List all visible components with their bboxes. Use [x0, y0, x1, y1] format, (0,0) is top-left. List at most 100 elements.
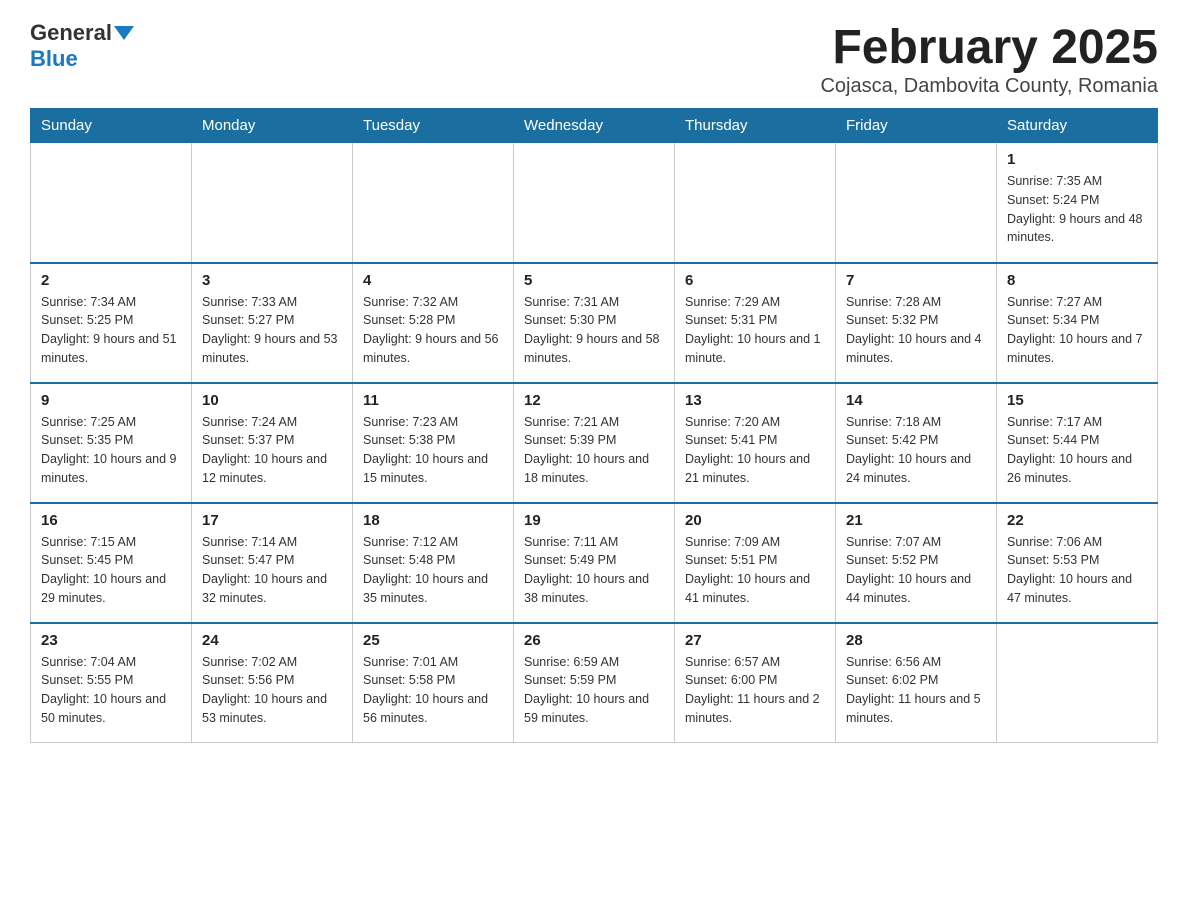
day-info: Sunrise: 7:29 AMSunset: 5:31 PMDaylight:…	[685, 293, 825, 368]
calendar-cell	[514, 143, 675, 263]
calendar-cell: 8Sunrise: 7:27 AMSunset: 5:34 PMDaylight…	[997, 263, 1158, 383]
calendar-cell	[675, 143, 836, 263]
calendar-cell	[31, 143, 192, 263]
day-header-monday: Monday	[192, 109, 353, 143]
location-text: Cojasca, Dambovita County, Romania	[820, 75, 1158, 98]
calendar-cell: 11 Sunrise: 7:23 AMSunset: 5:38 PMDayligh…	[353, 383, 514, 503]
day-info: Sunrise: 7:02 AMSunset: 5:56 PMDaylight:…	[202, 653, 342, 728]
calendar-week-row: 23Sunrise: 7:04 AMSunset: 5:55 PMDayligh…	[31, 623, 1158, 743]
day-number: 5	[524, 272, 664, 289]
calendar-cell	[836, 143, 997, 263]
day-info: Sunrise: 7:31 AMSunset: 5:30 PMDaylight:…	[524, 293, 664, 368]
calendar-cell: 18 Sunrise: 7:12 AMSunset: 5:48 PMDayligh…	[353, 503, 514, 623]
day-info: Sunrise: 7:32 AMSunset: 5:28 PMDaylight:…	[363, 293, 503, 368]
day-info: Sunrise: 7:27 AMSunset: 5:34 PMDaylight:…	[1007, 293, 1147, 368]
calendar-cell: 22 Sunrise: 7:06 AMSunset: 5:53 PMDayligh…	[997, 503, 1158, 623]
calendar-week-row: 1 Sunrise: 7:35 AMSunset: 5:24 PMDaylight…	[31, 143, 1158, 263]
day-info: Sunrise: 7:21 AMSunset: 5:39 PMDaylight:…	[524, 413, 664, 488]
day-header-tuesday: Tuesday	[353, 109, 514, 143]
logo-general-text: General	[30, 20, 112, 46]
calendar-cell: 4Sunrise: 7:32 AMSunset: 5:28 PMDaylight…	[353, 263, 514, 383]
day-number: 18	[363, 512, 503, 529]
day-info: Sunrise: 6:57 AMSunset: 6:00 PMDaylight:…	[685, 653, 825, 728]
day-number: 23	[41, 632, 181, 649]
calendar-cell	[997, 623, 1158, 743]
day-header-friday: Friday	[836, 109, 997, 143]
calendar-cell: 6 Sunrise: 7:29 AMSunset: 5:31 PMDaylight…	[675, 263, 836, 383]
day-number: 28	[846, 632, 986, 649]
day-info: Sunrise: 7:23 AMSunset: 5:38 PMDaylight:…	[363, 413, 503, 488]
calendar-cell: 15Sunrise: 7:17 AMSunset: 5:44 PMDayligh…	[997, 383, 1158, 503]
calendar-cell: 1 Sunrise: 7:35 AMSunset: 5:24 PMDaylight…	[997, 143, 1158, 263]
day-info: Sunrise: 7:17 AMSunset: 5:44 PMDaylight:…	[1007, 413, 1147, 488]
day-header-thursday: Thursday	[675, 109, 836, 143]
calendar-cell: 26 Sunrise: 6:59 AMSunset: 5:59 PMDayligh…	[514, 623, 675, 743]
day-number: 25	[363, 632, 503, 649]
calendar-cell	[192, 143, 353, 263]
day-info: Sunrise: 7:07 AMSunset: 5:52 PMDaylight:…	[846, 533, 986, 608]
day-info: Sunrise: 7:14 AMSunset: 5:47 PMDaylight:…	[202, 533, 342, 608]
page-header: General Blue February 2025 Cojasca, Damb…	[30, 20, 1158, 98]
calendar-cell: 3 Sunrise: 7:33 AMSunset: 5:27 PMDaylight…	[192, 263, 353, 383]
day-number: 9	[41, 392, 181, 409]
month-title: February 2025	[820, 20, 1158, 75]
day-number: 26	[524, 632, 664, 649]
day-number: 19	[524, 512, 664, 529]
calendar-cell: 17 Sunrise: 7:14 AMSunset: 5:47 PMDayligh…	[192, 503, 353, 623]
day-info: Sunrise: 7:01 AMSunset: 5:58 PMDaylight:…	[363, 653, 503, 728]
day-info: Sunrise: 7:18 AMSunset: 5:42 PMDaylight:…	[846, 413, 986, 488]
calendar-cell: 28 Sunrise: 6:56 AMSunset: 6:02 PMDayligh…	[836, 623, 997, 743]
day-info: Sunrise: 7:34 AMSunset: 5:25 PMDaylight:…	[41, 293, 181, 368]
calendar-cell: 14 Sunrise: 7:18 AMSunset: 5:42 PMDayligh…	[836, 383, 997, 503]
day-number: 22	[1007, 512, 1147, 529]
calendar-week-row: 16 Sunrise: 7:15 AMSunset: 5:45 PMDayligh…	[31, 503, 1158, 623]
calendar-cell: 20 Sunrise: 7:09 AMSunset: 5:51 PMDayligh…	[675, 503, 836, 623]
calendar-cell	[353, 143, 514, 263]
day-number: 16	[41, 512, 181, 529]
day-info: Sunrise: 7:06 AMSunset: 5:53 PMDaylight:…	[1007, 533, 1147, 608]
calendar-header-row: SundayMondayTuesdayWednesdayThursdayFrid…	[31, 109, 1158, 143]
calendar-cell: 2 Sunrise: 7:34 AMSunset: 5:25 PMDaylight…	[31, 263, 192, 383]
calendar-cell: 23Sunrise: 7:04 AMSunset: 5:55 PMDayligh…	[31, 623, 192, 743]
logo-blue-text: Blue	[30, 46, 78, 72]
day-info: Sunrise: 7:12 AMSunset: 5:48 PMDaylight:…	[363, 533, 503, 608]
day-number: 7	[846, 272, 986, 289]
day-number: 6	[685, 272, 825, 289]
day-header-wednesday: Wednesday	[514, 109, 675, 143]
day-number: 13	[685, 392, 825, 409]
title-section: February 2025 Cojasca, Dambovita County,…	[820, 20, 1158, 98]
calendar-cell: 27 Sunrise: 6:57 AMSunset: 6:00 PMDayligh…	[675, 623, 836, 743]
calendar-cell: 9Sunrise: 7:25 AMSunset: 5:35 PMDaylight…	[31, 383, 192, 503]
calendar-cell: 5 Sunrise: 7:31 AMSunset: 5:30 PMDaylight…	[514, 263, 675, 383]
day-number: 14	[846, 392, 986, 409]
day-number: 12	[524, 392, 664, 409]
calendar-cell: 10Sunrise: 7:24 AMSunset: 5:37 PMDayligh…	[192, 383, 353, 503]
day-number: 1	[1007, 151, 1147, 168]
day-number: 21	[846, 512, 986, 529]
day-header-sunday: Sunday	[31, 109, 192, 143]
day-number: 20	[685, 512, 825, 529]
day-info: Sunrise: 7:20 AMSunset: 5:41 PMDaylight:…	[685, 413, 825, 488]
day-number: 10	[202, 392, 342, 409]
day-info: Sunrise: 7:28 AMSunset: 5:32 PMDaylight:…	[846, 293, 986, 368]
calendar-cell: 12 Sunrise: 7:21 AMSunset: 5:39 PMDayligh…	[514, 383, 675, 503]
day-info: Sunrise: 6:59 AMSunset: 5:59 PMDaylight:…	[524, 653, 664, 728]
day-number: 27	[685, 632, 825, 649]
logo: General Blue	[30, 20, 136, 72]
logo-arrow-icon	[114, 26, 134, 40]
day-info: Sunrise: 7:35 AMSunset: 5:24 PMDaylight:…	[1007, 172, 1147, 247]
day-number: 2	[41, 272, 181, 289]
calendar-cell: 21 Sunrise: 7:07 AMSunset: 5:52 PMDayligh…	[836, 503, 997, 623]
day-number: 3	[202, 272, 342, 289]
day-info: Sunrise: 7:15 AMSunset: 5:45 PMDaylight:…	[41, 533, 181, 608]
calendar-table: SundayMondayTuesdayWednesdayThursdayFrid…	[30, 108, 1158, 743]
day-info: Sunrise: 6:56 AMSunset: 6:02 PMDaylight:…	[846, 653, 986, 728]
calendar-cell: 7 Sunrise: 7:28 AMSunset: 5:32 PMDaylight…	[836, 263, 997, 383]
calendar-cell: 13 Sunrise: 7:20 AMSunset: 5:41 PMDayligh…	[675, 383, 836, 503]
day-info: Sunrise: 7:09 AMSunset: 5:51 PMDaylight:…	[685, 533, 825, 608]
calendar-cell: 16 Sunrise: 7:15 AMSunset: 5:45 PMDayligh…	[31, 503, 192, 623]
day-number: 17	[202, 512, 342, 529]
calendar-cell: 19Sunrise: 7:11 AMSunset: 5:49 PMDayligh…	[514, 503, 675, 623]
day-info: Sunrise: 7:33 AMSunset: 5:27 PMDaylight:…	[202, 293, 342, 368]
day-number: 11	[363, 392, 503, 409]
